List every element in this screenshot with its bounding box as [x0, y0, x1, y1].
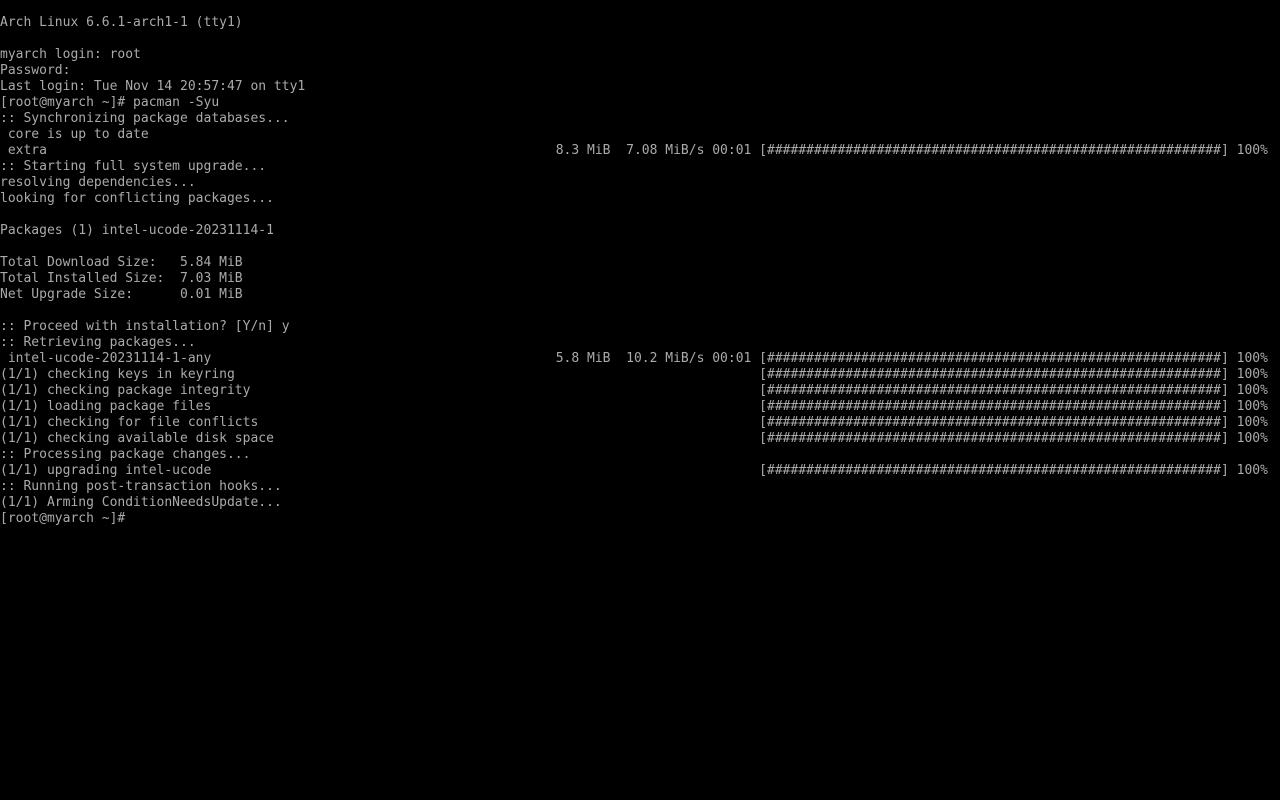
terminal-line: :: Synchronizing package databases... — [0, 111, 290, 126]
terminal-line: looking for conflicting packages... — [0, 191, 274, 206]
terminal-line: Arch Linux 6.6.1-arch1-1 (tty1) — [0, 15, 243, 30]
terminal-line: (1/1) upgrading intel-ucode [###########… — [0, 463, 1268, 478]
terminal-line: core is up to date — [0, 127, 149, 142]
terminal-line: Password: — [0, 63, 71, 78]
terminal-line: :: Proceed with installation? [Y/n] y — [0, 319, 290, 334]
terminal-line: [root@myarch ~]# — [0, 511, 126, 526]
terminal-line: [root@myarch ~]# pacman -Syu — [0, 95, 220, 110]
terminal-line: :: Running post-transaction hooks... — [0, 479, 282, 494]
terminal-line: Total Download Size: 5.84 MiB — [0, 255, 243, 270]
terminal-line: (1/1) checking keys in keyring [########… — [0, 367, 1268, 382]
terminal-line: extra 8.3 MiB 7.08 MiB/s 00:01 [########… — [0, 143, 1268, 158]
terminal-line: Total Installed Size: 7.03 MiB — [0, 271, 243, 286]
terminal-line: :: Retrieving packages... — [0, 335, 196, 350]
terminal-line: resolving dependencies... — [0, 175, 196, 190]
terminal-line: (1/1) checking available disk space [###… — [0, 431, 1268, 446]
terminal-line: (1/1) checking for file conflicts [#####… — [0, 415, 1268, 430]
terminal-line: (1/1) Arming ConditionNeedsUpdate... — [0, 495, 282, 510]
terminal-line: :: Processing package changes... — [0, 447, 251, 462]
terminal-line: (1/1) checking package integrity [######… — [0, 383, 1268, 398]
terminal-line: :: Starting full system upgrade... — [0, 159, 267, 174]
terminal-line: Net Upgrade Size: 0.01 MiB — [0, 287, 243, 302]
terminal-line: Packages (1) intel-ucode-20231114-1 — [0, 223, 274, 238]
terminal-console[interactable]: Arch Linux 6.6.1-arch1-1 (tty1) myarch lo… — [0, 15, 1280, 800]
terminal-line: myarch login: root — [0, 47, 141, 62]
terminal-line: Last login: Tue Nov 14 20:57:47 on tty1 — [0, 79, 306, 94]
terminal-line: (1/1) loading package files [###########… — [0, 399, 1268, 414]
terminal-line: intel-ucode-20231114-1-any 5.8 MiB 10.2 … — [0, 351, 1268, 366]
